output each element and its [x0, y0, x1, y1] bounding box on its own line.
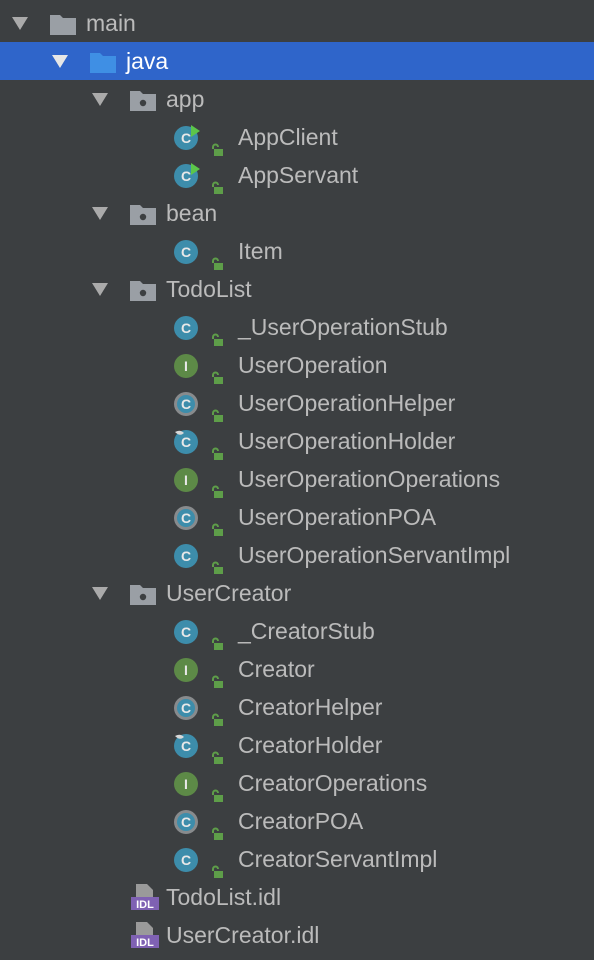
tree-node-label: main [86, 10, 136, 36]
tree-node-bean[interactable]: bean [0, 194, 594, 232]
lock-icon [210, 700, 224, 726]
tree-node-user-operation-holder[interactable]: C UserOperationHolder [0, 422, 594, 460]
tree-node-user-operation-stub[interactable]: C _UserOperationStub [0, 308, 594, 346]
svg-text:I: I [184, 472, 188, 488]
tree-node-label: AppServant [238, 162, 359, 188]
tree-node-label: Item [238, 238, 283, 264]
svg-text:C: C [181, 852, 191, 868]
svg-text:C: C [181, 700, 191, 716]
lock-icon [210, 434, 224, 460]
tree-node-user-operation-servant-impl[interactable]: C UserOperationServantImpl [0, 536, 594, 574]
svg-text:C: C [181, 624, 191, 640]
tree-node-label: java [126, 48, 169, 74]
tree-node-label: UserOperation [238, 352, 388, 378]
lock-icon [210, 548, 224, 574]
lock-icon [210, 814, 224, 840]
tree-node-user-operation-helper[interactable]: C UserOperationHelper [0, 384, 594, 422]
tree-node-todo-list-idl[interactable]: IDL TodoList.idl [0, 878, 594, 916]
idl-file-icon: IDL [130, 921, 160, 960]
svg-text:C: C [181, 548, 191, 564]
tree-node-label: bean [166, 200, 218, 226]
tree-node-label: UserOperationHelper [238, 390, 456, 416]
tree-node-app[interactable]: app [0, 80, 594, 118]
expand-arrow-icon[interactable] [12, 17, 28, 30]
tree-node-label: TodoList.idl [166, 884, 282, 910]
tree-node-label: UserOperationServantImpl [238, 542, 511, 568]
tree-node-user-operation-poa[interactable]: C UserOperationPOA [0, 498, 594, 536]
svg-text:C: C [181, 814, 191, 830]
tree-node-user-operation-operations[interactable]: I UserOperationOperations [0, 460, 594, 498]
lock-icon [210, 244, 224, 270]
svg-text:I: I [184, 358, 188, 374]
tree-node-creator-operations[interactable]: I CreatorOperations [0, 764, 594, 802]
tree-node-label: AppClient [238, 124, 338, 150]
tree-node-label: app [166, 86, 205, 112]
tree-node-label: _UserOperationStub [238, 314, 448, 340]
tree-node-label: CreatorPOA [238, 808, 364, 834]
svg-text:C: C [181, 244, 191, 260]
lock-icon [210, 396, 224, 422]
tree-node-creator[interactable]: I Creator [0, 650, 594, 688]
svg-text:C: C [181, 396, 191, 412]
lock-icon [210, 738, 224, 764]
svg-text:C: C [181, 510, 191, 526]
tree-node-label: CreatorServantImpl [238, 846, 438, 872]
svg-text:C: C [181, 168, 191, 184]
lock-icon [210, 624, 224, 650]
tree-node-user-operation[interactable]: I UserOperation [0, 346, 594, 384]
lock-icon [210, 510, 224, 536]
lock-icon [210, 358, 224, 384]
expand-arrow-icon[interactable] [92, 587, 108, 600]
tree-node-todo-list[interactable]: TodoList [0, 270, 594, 308]
tree-node-app-servant[interactable]: C AppServant [0, 156, 594, 194]
project-tree: main java app C AppClient C AppServant bean C Ite… [0, 4, 594, 954]
tree-node-label: CreatorOperations [238, 770, 428, 796]
expand-arrow-icon[interactable] [52, 55, 68, 68]
tree-node-creator-holder[interactable]: C CreatorHolder [0, 726, 594, 764]
tree-node-user-creator[interactable]: UserCreator [0, 574, 594, 612]
expand-arrow-icon[interactable] [92, 93, 108, 106]
tree-node-label: UserCreator.idl [166, 922, 320, 948]
tree-node-label: Creator [238, 656, 315, 682]
lock-icon [210, 776, 224, 802]
svg-text:C: C [181, 320, 191, 336]
svg-text:IDL: IDL [136, 937, 154, 949]
lock-icon [210, 130, 224, 156]
svg-text:I: I [184, 776, 188, 792]
expand-arrow-icon[interactable] [92, 207, 108, 220]
svg-text:I: I [184, 662, 188, 678]
tree-node-label: CreatorHelper [238, 694, 383, 720]
lock-icon [210, 852, 224, 878]
tree-node-creator-helper[interactable]: C CreatorHelper [0, 688, 594, 726]
tree-node-label: UserCreator [166, 580, 292, 606]
svg-text:C: C [181, 434, 191, 450]
tree-node-creator-poa[interactable]: C CreatorPOA [0, 802, 594, 840]
tree-node-java[interactable]: java [0, 42, 594, 80]
tree-node-creator-stub[interactable]: C _CreatorStub [0, 612, 594, 650]
lock-icon [210, 472, 224, 498]
tree-node-label: TodoList [166, 276, 252, 302]
tree-node-main[interactable]: main [0, 4, 594, 42]
tree-node-creator-servant-impl[interactable]: C CreatorServantImpl [0, 840, 594, 878]
tree-node-user-creator-idl[interactable]: IDL UserCreator.idl [0, 916, 594, 954]
lock-icon [210, 168, 224, 194]
expand-arrow-icon[interactable] [92, 283, 108, 296]
tree-node-label: UserOperationPOA [238, 504, 437, 530]
lock-icon [210, 320, 224, 346]
svg-text:IDL: IDL [136, 899, 154, 911]
svg-text:C: C [181, 738, 191, 754]
lock-icon [210, 662, 224, 688]
tree-node-label: UserOperationHolder [238, 428, 456, 454]
tree-node-item[interactable]: C Item [0, 232, 594, 270]
tree-node-label: CreatorHolder [238, 732, 383, 758]
tree-node-label: _CreatorStub [238, 618, 375, 644]
tree-node-label: UserOperationOperations [238, 466, 501, 492]
tree-node-app-client[interactable]: C AppClient [0, 118, 594, 156]
svg-text:C: C [181, 130, 191, 146]
